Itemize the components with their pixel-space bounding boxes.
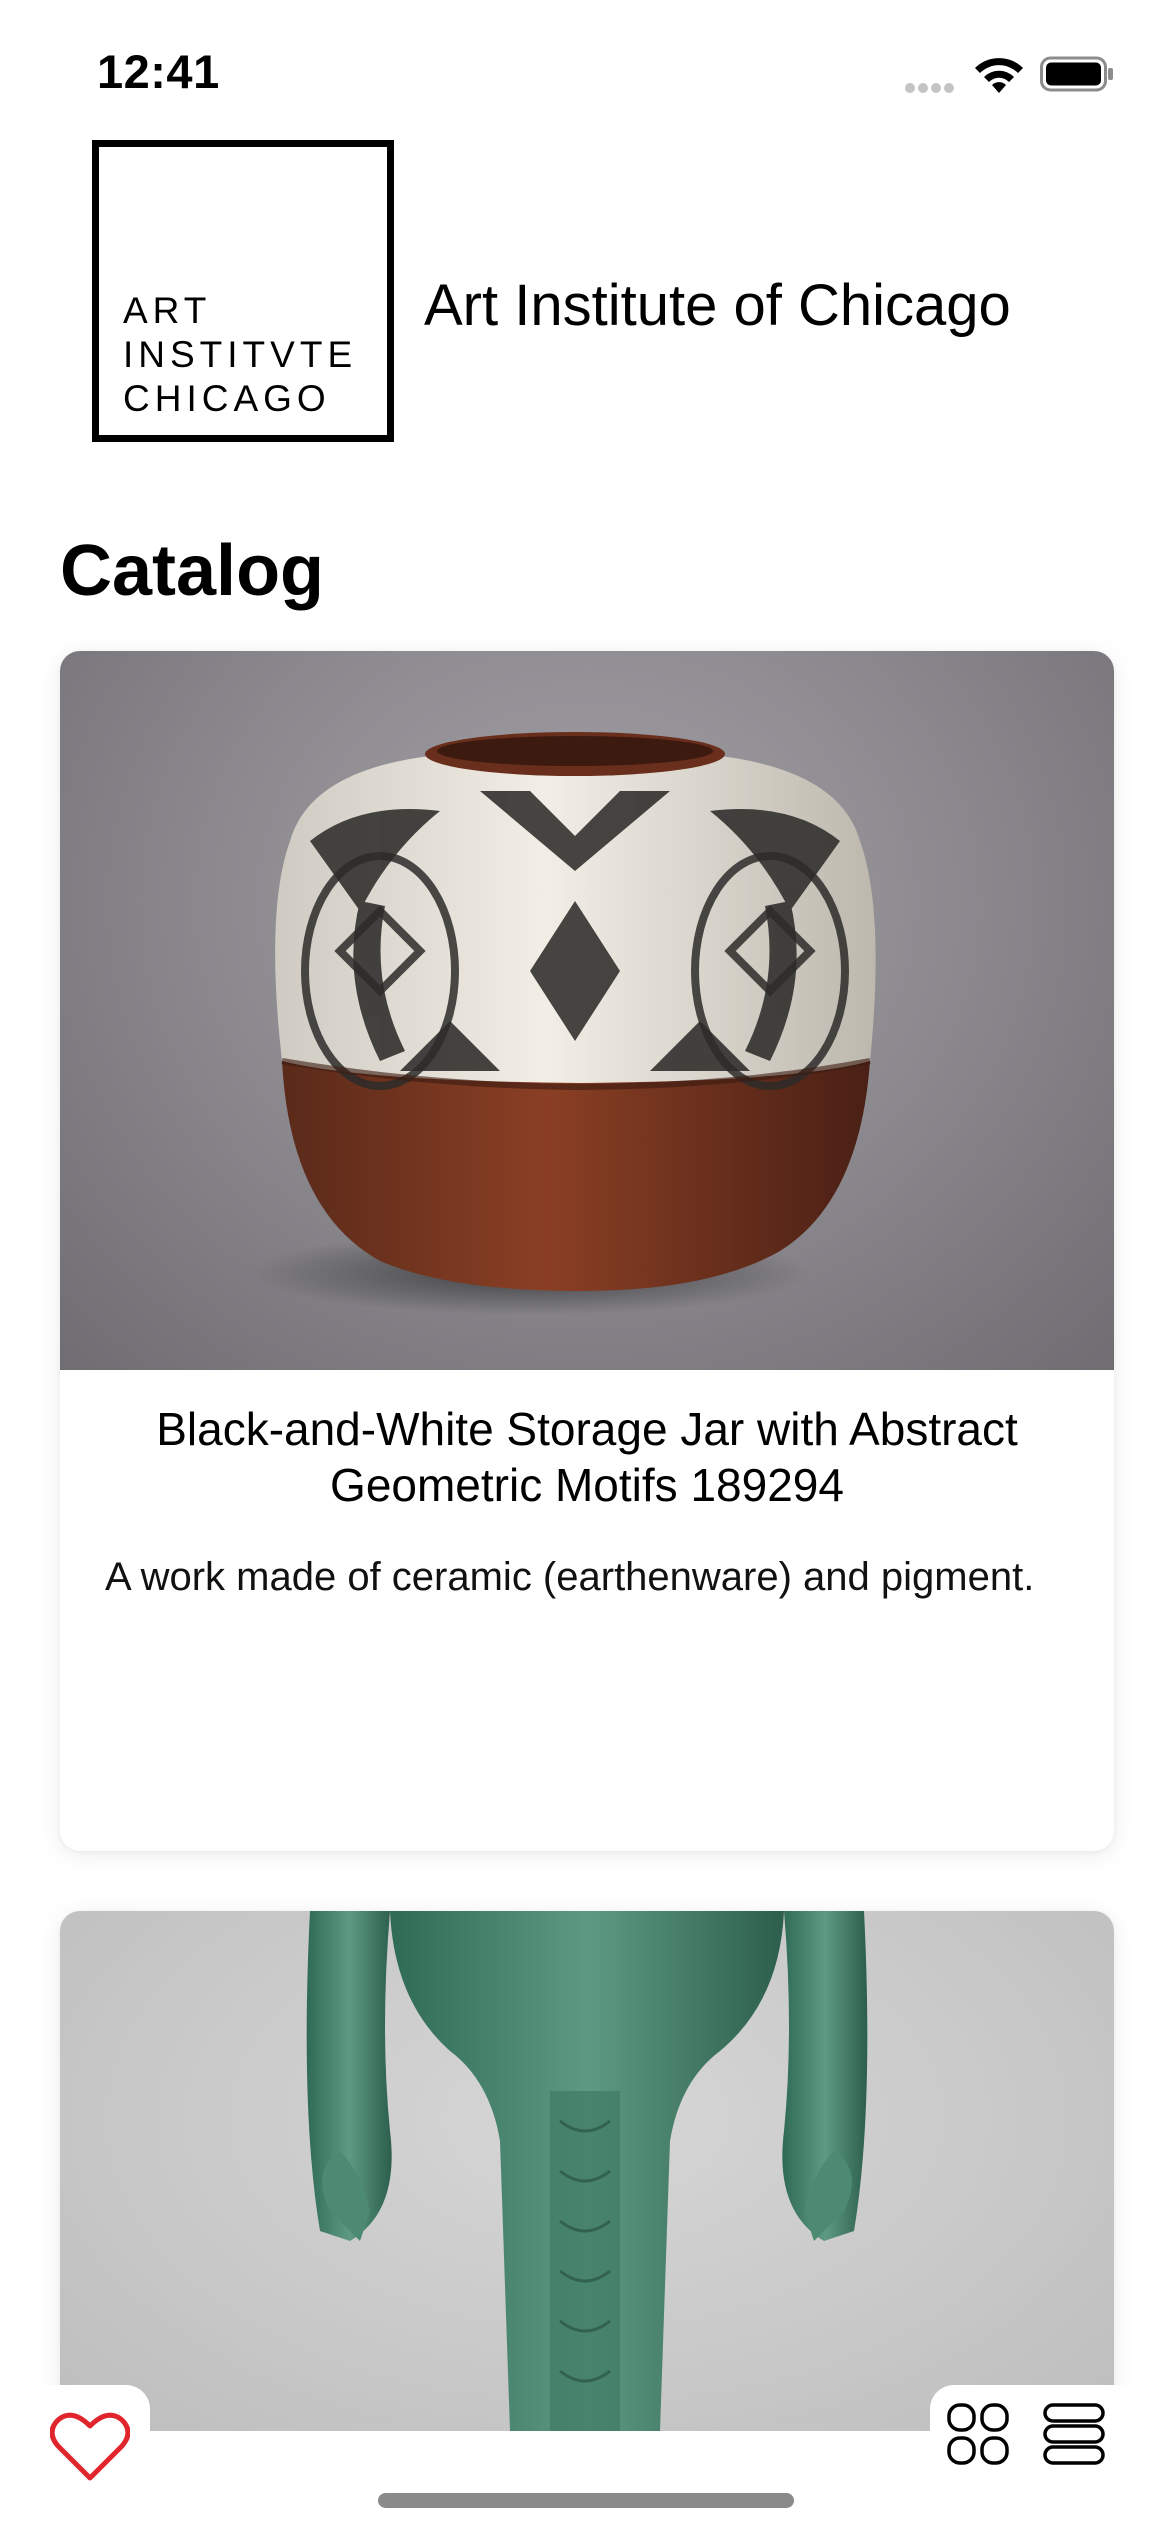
wifi-icon: [975, 58, 1023, 93]
ceramic-jar-image: [60, 651, 1114, 1370]
list-view-icon[interactable]: [1042, 2402, 1106, 2466]
heart-icon[interactable]: [50, 2410, 130, 2482]
logo-text: ART INSTITVTE CHICAGO: [123, 289, 357, 421]
card-title: Black-and-White Storage Jar with Abstrac…: [156, 1403, 1018, 1511]
art-institute-logo: ART INSTITVTE CHICAGO: [92, 140, 394, 442]
status-bar: 12:41: [0, 0, 1170, 140]
logo-line-chicago: CHICAGO: [123, 378, 331, 419]
home-indicator[interactable]: [378, 2493, 794, 2508]
logo-line-art: ART: [123, 290, 212, 331]
logo-line-institute: INSTITVTE: [123, 334, 358, 375]
card-description: A work made of ceramic (earthenware) and…: [105, 1555, 1035, 1599]
catalog-card[interactable]: Black-and-White Storage Jar with Abstrac…: [60, 651, 1114, 1851]
catalog-title: Catalog: [60, 531, 325, 611]
status-time: 12:41: [97, 45, 220, 98]
app-title: Art Institute of Chicago: [424, 273, 1011, 338]
battery-icon: [1040, 56, 1113, 92]
bronze-statue-image: [60, 1911, 1114, 2431]
signal-dots-icon: [905, 80, 957, 93]
grid-view-icon[interactable]: [946, 2402, 1010, 2466]
